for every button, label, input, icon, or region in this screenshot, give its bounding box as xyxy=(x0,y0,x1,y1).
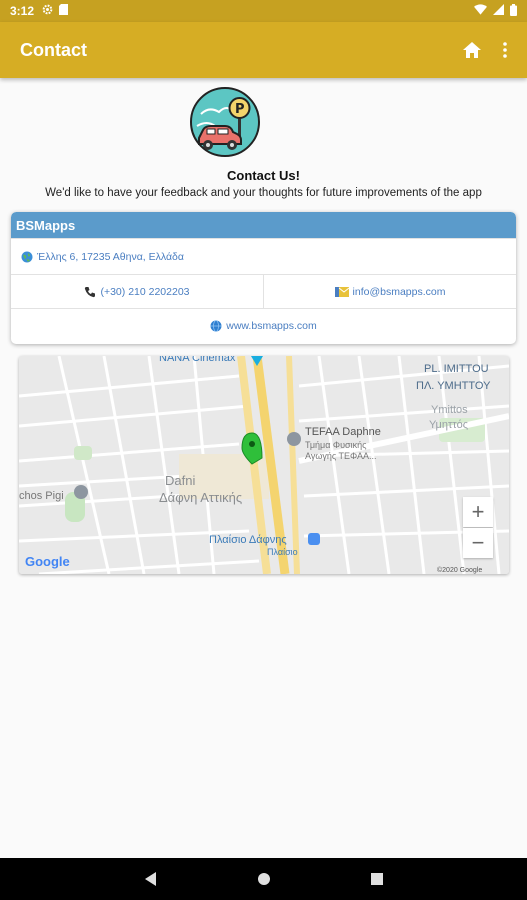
svg-text:Dafni: Dafni xyxy=(165,473,195,488)
status-time: 3:12 xyxy=(10,4,35,18)
signal-icon xyxy=(493,4,504,18)
svg-text:Πλαίσιο Δάφνης: Πλαίσιο Δάφνης xyxy=(209,534,287,546)
svg-text:Αγωγής ΤΕΦΑΑ...: Αγωγής ΤΕΦΑΑ... xyxy=(305,451,376,461)
page-title: Contact xyxy=(20,39,87,60)
card-title: BSMapps xyxy=(11,212,516,238)
app-bar: Contact xyxy=(0,22,527,78)
system-nav-bar xyxy=(0,858,527,900)
battery-icon xyxy=(510,3,517,19)
phone-cell[interactable]: (+30) 210 2202203 xyxy=(11,275,263,308)
website-row[interactable]: www.bsmapps.com xyxy=(11,308,516,342)
wifi-icon xyxy=(474,4,487,18)
svg-text:Πλαίσιο: Πλαίσιο xyxy=(267,547,298,557)
svg-text:Ymittos: Ymittos xyxy=(431,404,468,416)
google-logo: Google xyxy=(25,554,70,569)
phone-icon xyxy=(84,286,96,298)
svg-text:TEFAA Daphne: TEFAA Daphne xyxy=(305,426,381,438)
svg-text:Δάφνη Αττικής: Δάφνη Αττικής xyxy=(159,490,242,505)
status-bar: 3:12 xyxy=(0,0,527,22)
globe-icon xyxy=(21,251,33,263)
svg-text:chos Pigi: chos Pigi xyxy=(19,490,64,502)
web-globe-icon xyxy=(210,319,222,332)
address-row[interactable]: Έλλης 6, 17235 Αθηνα, Ελλάδα xyxy=(11,238,516,274)
contact-subheading: We'd like to have your feedback and your… xyxy=(45,187,482,199)
home-nav-icon[interactable] xyxy=(257,872,271,886)
email-icon xyxy=(334,286,349,297)
contact-heading: Contact Us! xyxy=(227,168,300,183)
svg-text:NANA Cinemax: NANA Cinemax xyxy=(159,356,236,364)
email-text: info@bsmapps.com xyxy=(352,285,446,298)
svg-text:ΠΛ. ΥΜΗΤΤΟΥ: ΠΛ. ΥΜΗΤΤΟΥ xyxy=(416,380,491,392)
email-cell[interactable]: info@bsmapps.com xyxy=(263,275,516,308)
contact-split-row: (+30) 210 2202203 info@bsmapps.com xyxy=(11,274,516,308)
zoom-in-button[interactable]: + xyxy=(463,497,493,527)
map-view[interactable]: NANA Cinemax PL. IMITTOU ΠΛ. ΥΜΗΤΤΟΥ Ymi… xyxy=(19,356,509,574)
svg-text:Υμηττός: Υμηττός xyxy=(429,419,468,431)
zoom-out-button[interactable]: − xyxy=(463,528,493,558)
svg-text:Τμήμα Φυσικής: Τμήμα Φυσικής xyxy=(305,440,367,450)
more-options-icon[interactable] xyxy=(503,42,507,58)
recents-icon[interactable] xyxy=(370,873,383,885)
svg-text:©2020 Google: ©2020 Google xyxy=(437,566,482,574)
svg-text:P: P xyxy=(235,102,245,117)
sd-card-icon xyxy=(59,4,69,18)
phone-text: (+30) 210 2202203 xyxy=(100,285,190,298)
address-text: Έλλης 6, 17235 Αθηνα, Ελλάδα xyxy=(37,250,184,263)
home-icon[interactable] xyxy=(463,42,481,58)
website-text: www.bsmapps.com xyxy=(226,319,317,332)
parking-car-logo: P xyxy=(189,86,261,158)
settings-icon xyxy=(42,4,53,18)
back-icon[interactable] xyxy=(144,872,157,886)
svg-text:PL. IMITTOU: PL. IMITTOU xyxy=(424,363,489,375)
contact-card: BSMapps Έλλης 6, 17235 Αθηνα, Ελλάδα (+3… xyxy=(11,212,516,344)
